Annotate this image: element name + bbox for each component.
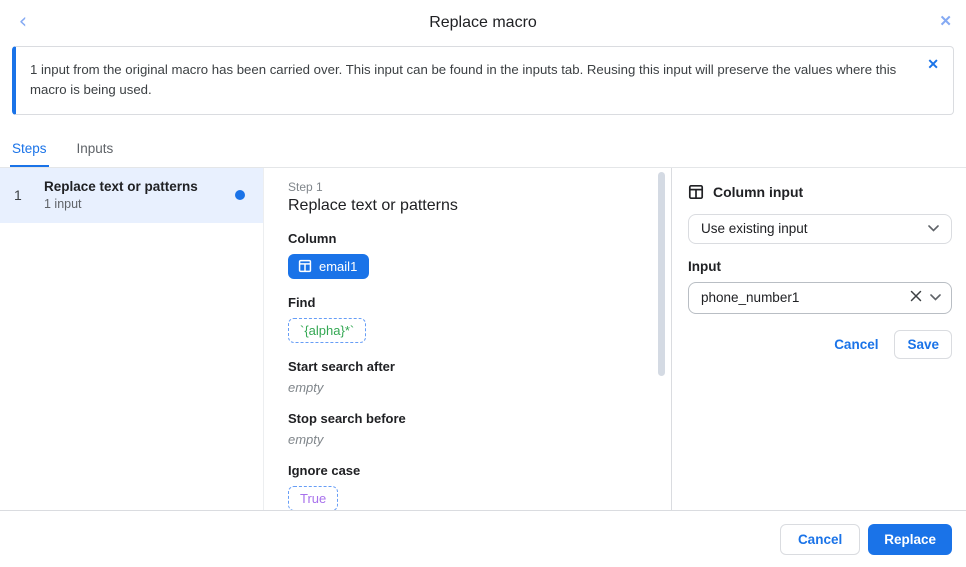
panel-cancel-button[interactable]: Cancel [834, 337, 878, 352]
steps-list-panel: 1 Replace text or patterns 1 input [0, 168, 264, 521]
input-combobox-value: phone_number1 [701, 290, 908, 305]
content-area: 1 Replace text or patterns 1 input Step … [0, 168, 966, 521]
step-detail-panel: Step 1 Replace text or patterns Column e… [264, 168, 672, 521]
column-chip[interactable]: email1 [288, 254, 369, 279]
chevron-left-icon: ‹ [19, 9, 27, 33]
input-field-label: Input [688, 259, 952, 274]
tab-bar: Steps Inputs [0, 135, 966, 168]
field-label-stop-search-before: Stop search before [288, 411, 641, 426]
scrollbar-thumb[interactable] [658, 172, 665, 376]
dialog-title: Replace macro [0, 0, 966, 32]
dialog-header: ‹ Replace macro ✕ [0, 0, 966, 44]
column-input-panel: Column input Use existing input Input ph… [672, 168, 966, 521]
start-search-after-value: empty [288, 380, 641, 395]
column-input-header: Column input [688, 184, 952, 200]
input-combobox[interactable]: phone_number1 [688, 282, 952, 314]
stop-search-before-value: empty [288, 432, 641, 447]
step-subtitle: 1 input [44, 197, 227, 211]
step-title: Replace text or patterns [44, 179, 227, 194]
field-label-start-search-after: Start search after [288, 359, 641, 374]
clear-input-button[interactable] [908, 288, 924, 307]
info-banner-text: 1 input from the original macro has been… [30, 62, 896, 97]
chevron-down-icon [930, 294, 941, 301]
footer-cancel-button[interactable]: Cancel [780, 524, 860, 555]
table-column-icon [688, 184, 704, 200]
dialog-footer: Cancel Replace [0, 510, 966, 567]
active-step-dot-icon [235, 190, 245, 200]
column-chip-label: email1 [319, 259, 357, 274]
info-banner: 1 input from the original macro has been… [12, 46, 954, 115]
footer-replace-button[interactable]: Replace [868, 524, 952, 555]
field-label-find: Find [288, 295, 641, 310]
panel-save-button[interactable]: Save [894, 330, 952, 359]
field-label-column: Column [288, 231, 641, 246]
dialog-close-button[interactable]: ✕ [939, 12, 952, 30]
input-source-select[interactable]: Use existing input [688, 214, 952, 244]
step-label: Step 1 [288, 180, 641, 194]
table-column-icon [298, 259, 312, 273]
back-button[interactable]: ‹ [12, 10, 34, 32]
step-number: 1 [14, 187, 44, 203]
column-input-actions: Cancel Save [688, 330, 952, 359]
close-icon: ✕ [939, 13, 952, 30]
input-source-select-value: Use existing input [701, 221, 928, 236]
tab-steps[interactable]: Steps [10, 133, 49, 167]
close-icon: ✕ [927, 56, 939, 72]
column-input-title: Column input [713, 184, 803, 200]
step-texts: Replace text or patterns 1 input [44, 179, 227, 211]
step-detail-title: Replace text or patterns [288, 197, 641, 215]
tab-inputs[interactable]: Inputs [75, 133, 116, 167]
banner-close-button[interactable]: ✕ [927, 56, 939, 73]
find-pattern-chip[interactable]: `{alpha}*` [288, 318, 366, 343]
chevron-down-icon [928, 225, 939, 232]
ignore-case-chip[interactable]: True [288, 486, 338, 511]
clear-x-icon [910, 290, 922, 305]
field-label-ignore-case: Ignore case [288, 463, 641, 478]
step-list-item[interactable]: 1 Replace text or patterns 1 input [0, 168, 263, 223]
